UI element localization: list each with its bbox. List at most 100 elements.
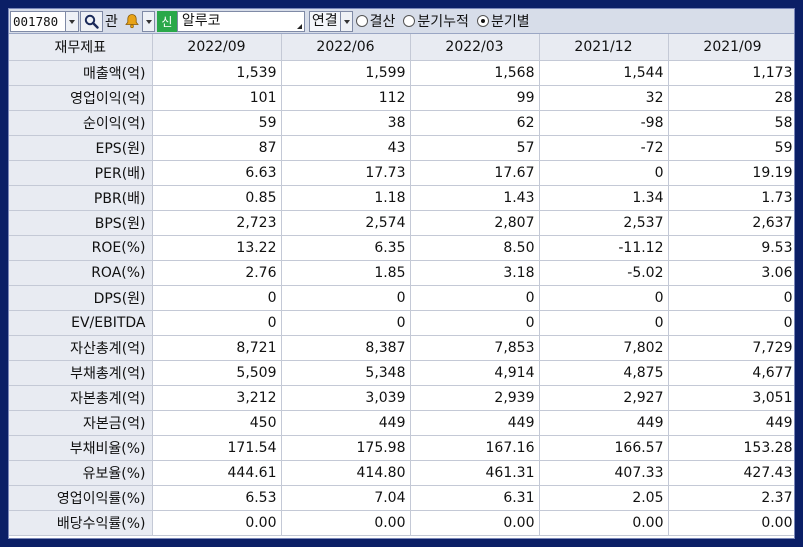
table-cell: 0.00 — [281, 510, 411, 536]
table-cell: 449 — [539, 410, 669, 436]
row-label: 배당수익률(%) — [9, 510, 153, 536]
table-row: 유보율(%) 444.61 414.80 461.31 407.33 427.43 — [9, 460, 794, 486]
toolbar: 001780 관 신 알루코 연결 결산 분기누적 분기별 — [9, 9, 794, 34]
row-label: ROE(%) — [9, 235, 153, 261]
chevron-down-icon[interactable] — [339, 10, 353, 32]
table-cell: 0.00 — [668, 510, 794, 536]
stock-code-input[interactable]: 001780 — [10, 10, 66, 32]
column-header[interactable]: 2022/06 — [281, 34, 411, 61]
table-cell: 1,544 — [539, 60, 669, 86]
row-label: ROA(%) — [9, 260, 153, 286]
row-label: 매출액(억) — [9, 60, 153, 86]
column-header[interactable]: 2021/12 — [539, 34, 669, 61]
column-header[interactable]: 2021/09 — [668, 34, 794, 61]
table-cell: 17.67 — [410, 160, 540, 186]
table-cell: 13.22 — [152, 235, 282, 261]
table-cell: 461.31 — [410, 460, 540, 486]
table-cell: 414.80 — [281, 460, 411, 486]
table-cell: 171.54 — [152, 435, 282, 461]
table-cell: 4,875 — [539, 360, 669, 386]
table-row: 영업이익(억) 101 112 99 32 28 — [9, 85, 794, 111]
row-label: 순이익(억) — [9, 110, 153, 136]
table-cell: 3,051 — [668, 385, 794, 411]
table-cell: 0 — [539, 160, 669, 186]
table-cell: 38 — [281, 110, 411, 136]
consolidation-value: 연결 — [308, 10, 340, 32]
table-cell: 0.00 — [152, 510, 282, 536]
table-row: 배당수익률(%) 0.00 0.00 0.00 0.00 0.00 — [9, 510, 794, 536]
table-cell: -98 — [539, 110, 669, 136]
table-cell: 1,539 — [152, 60, 282, 86]
table-cell: 62 — [410, 110, 540, 136]
table-cell: 4,914 — [410, 360, 540, 386]
table-cell: -5.02 — [539, 260, 669, 286]
radio-label: 분기별 — [490, 14, 530, 30]
table-cell: 0.00 — [539, 510, 669, 536]
consolidation-select[interactable]: 연결 — [308, 10, 353, 32]
radio-quarterly[interactable]: 분기별 — [476, 11, 530, 31]
table-cell: 7,802 — [539, 335, 669, 361]
row-label: 부채총계(억) — [9, 360, 153, 386]
table-row: 매출액(억) 1,539 1,599 1,568 1,544 1,173 — [9, 60, 794, 86]
table-row: ROE(%) 13.22 6.35 8.50 -11.12 9.53 — [9, 235, 794, 261]
table-cell: 6.31 — [410, 485, 540, 511]
table-cell: 175.98 — [281, 435, 411, 461]
period-radio-group: 결산 분기누적 분기별 — [355, 11, 538, 31]
column-header[interactable]: 2022/09 — [152, 34, 282, 61]
row-label: BPS(원) — [9, 210, 153, 236]
table-cell: 43 — [281, 135, 411, 161]
table-cell: 6.63 — [152, 160, 282, 186]
financial-table: 재무제표 2022/09 2022/06 2022/03 2021/12 202… — [9, 34, 794, 536]
table-cell: 0 — [152, 310, 282, 336]
row-label: 부채비율(%) — [9, 435, 153, 461]
table-row: ROA(%) 2.76 1.85 3.18 -5.02 3.06 — [9, 260, 794, 286]
table-cell: 7.04 — [281, 485, 411, 511]
row-label: 자산총계(억) — [9, 335, 153, 361]
table-cell: 1,568 — [410, 60, 540, 86]
radio-quarter-cumulative[interactable]: 분기누적 — [403, 11, 469, 31]
table-cell: 1.18 — [281, 185, 411, 211]
table-cell: 7,853 — [410, 335, 540, 361]
table-cell: 59 — [152, 110, 282, 136]
chevron-down-icon[interactable] — [141, 10, 155, 32]
table-cell: 3.18 — [410, 260, 540, 286]
table-row: 자본총계(억) 3,212 3,039 2,939 2,927 3,051 — [9, 385, 794, 411]
table-cell: 0.85 — [152, 185, 282, 211]
chevron-down-icon[interactable] — [66, 10, 79, 32]
table-cell: 5,509 — [152, 360, 282, 386]
row-label: DPS(원) — [9, 285, 153, 311]
search-button[interactable] — [80, 10, 103, 32]
alert-button[interactable] — [122, 11, 142, 32]
table-row: EV/EBITDA 0 0 0 0 0 — [9, 310, 794, 336]
table-row: 부채총계(억) 5,509 5,348 4,914 4,875 4,677 — [9, 360, 794, 386]
table-cell: 3,039 — [281, 385, 411, 411]
table-cell: 2,723 — [152, 210, 282, 236]
table-cell: 8,387 — [281, 335, 411, 361]
table-cell: -72 — [539, 135, 669, 161]
table-cell: 6.53 — [152, 485, 282, 511]
table-cell: 112 — [281, 85, 411, 111]
table-cell: 57 — [410, 135, 540, 161]
table-cell: 2,939 — [410, 385, 540, 411]
table-cell: 59 — [668, 135, 794, 161]
table-cell: 2.05 — [539, 485, 669, 511]
table-cell: 449 — [281, 410, 411, 436]
table-cell: 101 — [152, 85, 282, 111]
radio-label: 결산 — [369, 14, 396, 30]
related-tab-label[interactable]: 관 — [103, 11, 120, 31]
new-listing-badge: 신 — [156, 10, 177, 32]
table-cell: 1.73 — [668, 185, 794, 211]
company-name-field[interactable]: 알루코 — [176, 10, 305, 32]
row-label: 자본금(억) — [9, 410, 153, 436]
radio-annual[interactable]: 결산 — [355, 11, 396, 31]
table-cell: 2,927 — [539, 385, 669, 411]
table-cell: 3,212 — [152, 385, 282, 411]
table-cell: 2,574 — [281, 210, 411, 236]
table-cell: 28 — [668, 85, 794, 111]
column-header[interactable]: 2022/03 — [410, 34, 540, 61]
row-label: 영업이익(억) — [9, 85, 153, 111]
table-cell: 407.33 — [539, 460, 669, 486]
table-cell: 166.57 — [539, 435, 669, 461]
table-row: EPS(원) 87 43 57 -72 59 — [9, 135, 794, 161]
table-cell: 17.73 — [281, 160, 411, 186]
